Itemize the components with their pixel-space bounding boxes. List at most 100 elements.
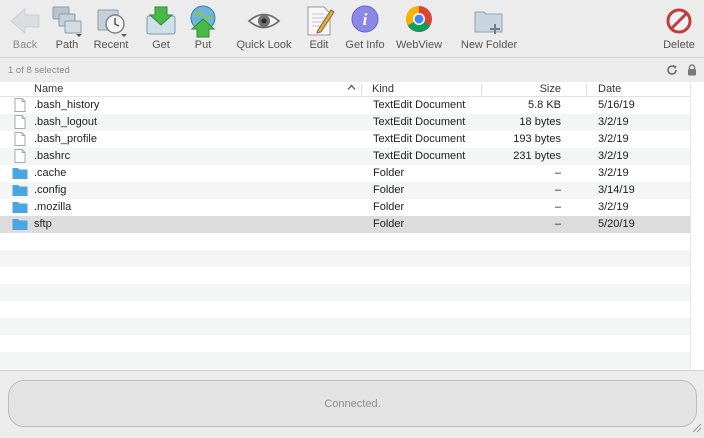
- eye-icon: [247, 4, 281, 38]
- folder-icon: [12, 200, 28, 217]
- edit-document-icon: [302, 4, 336, 38]
- info-icon: i: [348, 4, 382, 38]
- document-icon: [14, 115, 26, 132]
- file-size: –: [554, 167, 561, 179]
- file-kind: TextEdit Document: [373, 150, 466, 162]
- file-kind: Folder: [373, 167, 405, 179]
- file-row[interactable]: .bash_profile TextEdit Document 193 bytes 3…: [0, 131, 690, 148]
- folder-icon: [12, 183, 28, 200]
- connection-status-box: Connected.: [8, 380, 697, 427]
- empty-row: [0, 352, 690, 369]
- file-size: –: [554, 218, 561, 230]
- empty-row: [0, 284, 690, 301]
- file-kind: TextEdit Document: [373, 99, 466, 111]
- empty-row: [0, 267, 690, 284]
- file-date: 3/2/19: [598, 201, 629, 213]
- column-divider[interactable]: [586, 84, 587, 95]
- refresh-icon[interactable]: [666, 64, 678, 79]
- selection-count: 1 of 8 selected: [8, 64, 70, 76]
- empty-row: [0, 318, 690, 335]
- empty-row: [0, 335, 690, 352]
- delete-button[interactable]: Delete: [661, 4, 697, 54]
- put-button[interactable]: Put: [186, 4, 220, 54]
- file-name: .bash_history: [34, 99, 100, 111]
- file-row[interactable]: .mozilla Folder – 3/2/19: [0, 199, 690, 216]
- lock-icon: [686, 64, 698, 79]
- file-size: –: [554, 201, 561, 213]
- connection-status-text: Connected.: [324, 397, 381, 410]
- toolbar: Back Path Recent Get Put Quick Look Edit…: [0, 0, 704, 56]
- file-date: 3/2/19: [598, 116, 629, 128]
- delete-icon: [662, 4, 696, 38]
- document-icon: [14, 149, 26, 166]
- recent-button[interactable]: Recent: [91, 4, 131, 54]
- get-info-button[interactable]: i Get Info: [343, 4, 387, 54]
- file-row[interactable]: .bash_logout TextEdit Document 18 bytes 3/2…: [0, 114, 690, 131]
- upload-globe-icon: [186, 4, 220, 38]
- file-name: .config: [34, 184, 67, 196]
- column-header-size[interactable]: Size: [540, 83, 561, 95]
- file-size: –: [554, 184, 561, 196]
- file-row[interactable]: sftp Folder – 5/20/19: [0, 216, 690, 233]
- file-size: 231 bytes: [513, 150, 561, 162]
- vertical-scrollbar[interactable]: [690, 82, 704, 370]
- path-button[interactable]: Path: [50, 4, 84, 54]
- file-kind: Folder: [373, 218, 405, 230]
- file-size: 5.8 KB: [527, 99, 561, 111]
- file-date: 3/14/19: [598, 184, 635, 196]
- download-icon: [144, 4, 178, 38]
- file-date: 3/2/19: [598, 167, 629, 179]
- chrome-browser-icon: [402, 4, 436, 38]
- file-name: .bash_logout: [34, 116, 97, 128]
- file-name: .mozilla: [34, 201, 72, 213]
- webview-button[interactable]: WebView: [394, 4, 444, 54]
- file-kind: TextEdit Document: [373, 133, 466, 145]
- column-header-date[interactable]: Date: [598, 83, 621, 95]
- new-folder-icon: [472, 4, 506, 38]
- file-list: Name Kind Size Date .bash_history TextEdi…: [0, 82, 704, 370]
- connection-panel: Connected.: [0, 370, 704, 438]
- empty-row: [0, 301, 690, 318]
- file-date: 3/2/19: [598, 133, 629, 145]
- file-row[interactable]: .bash_history TextEdit Document 5.8 KB 5/16…: [0, 97, 690, 114]
- file-row[interactable]: .config Folder – 3/14/19: [0, 182, 690, 199]
- column-header-kind[interactable]: Kind: [372, 83, 394, 95]
- back-arrow-icon: [8, 4, 42, 38]
- back-button[interactable]: Back: [6, 4, 44, 54]
- resize-grip-icon[interactable]: [692, 423, 702, 436]
- file-kind: Folder: [373, 201, 405, 213]
- recent-clock-icon: [94, 4, 128, 38]
- file-row[interactable]: .bashrc TextEdit Document 231 bytes 3/2/19: [0, 148, 690, 165]
- empty-row: [0, 233, 690, 250]
- file-name: .bash_profile: [34, 133, 97, 145]
- file-size: 18 bytes: [519, 116, 561, 128]
- folder-icon: [12, 166, 28, 183]
- selection-status-bar: 1 of 8 selected: [0, 57, 704, 82]
- new-folder-button[interactable]: New Folder: [458, 4, 520, 54]
- svg-text:i: i: [363, 10, 368, 29]
- folder-icon: [12, 217, 28, 234]
- file-name: .bashrc: [34, 150, 71, 162]
- column-header-name[interactable]: Name: [34, 83, 63, 95]
- file-name: sftp: [34, 218, 52, 230]
- sort-ascending-icon: [347, 83, 356, 95]
- file-date: 5/20/19: [598, 218, 635, 230]
- empty-row: [0, 250, 690, 267]
- file-size: 193 bytes: [513, 133, 561, 145]
- file-row[interactable]: .cache Folder – 3/2/19: [0, 165, 690, 182]
- document-icon: [14, 132, 26, 149]
- file-date: 5/16/19: [598, 99, 635, 111]
- column-header-row: Name Kind Size Date: [0, 82, 690, 97]
- file-name: .cache: [34, 167, 67, 179]
- file-kind: TextEdit Document: [373, 116, 466, 128]
- edit-button[interactable]: Edit: [303, 4, 335, 54]
- file-date: 3/2/19: [598, 150, 629, 162]
- path-folders-icon: [50, 4, 84, 38]
- quick-look-button[interactable]: Quick Look: [234, 4, 294, 54]
- column-divider[interactable]: [361, 84, 362, 95]
- get-button[interactable]: Get: [144, 4, 178, 54]
- file-rows: .bash_history TextEdit Document 5.8 KB 5/16…: [0, 97, 690, 369]
- file-kind: Folder: [373, 184, 405, 196]
- document-icon: [14, 98, 26, 115]
- column-divider[interactable]: [481, 84, 482, 95]
